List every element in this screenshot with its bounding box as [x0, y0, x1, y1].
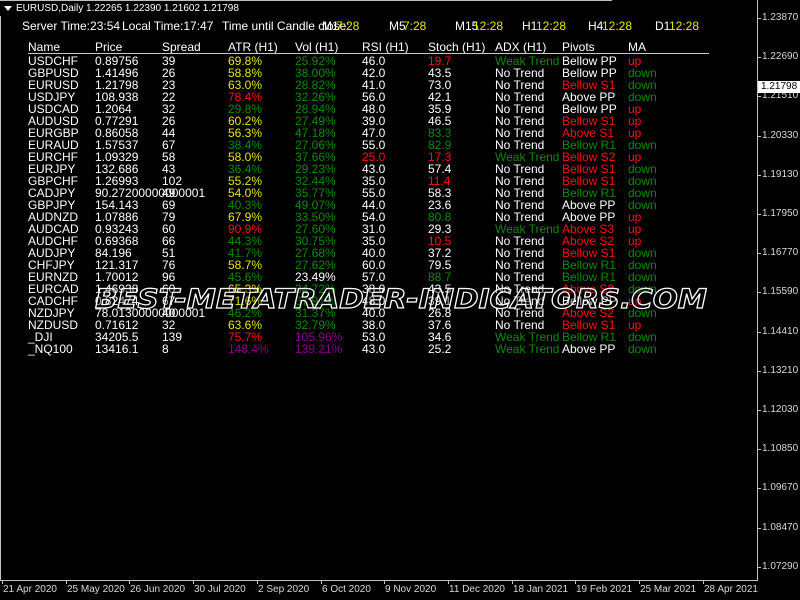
- table-cell: 8: [162, 342, 169, 356]
- local-time: Local Time:17:47: [122, 19, 214, 33]
- price-tick: [757, 175, 761, 176]
- price-tick: [757, 332, 761, 333]
- column-header: Spread: [162, 40, 201, 54]
- date-label: 30 Jul 2020: [194, 584, 246, 595]
- date-label: 2 Sep 2020: [258, 584, 310, 595]
- chart-frame-top: [0, 0, 612, 1]
- date-label: 25 Mar 2021: [640, 584, 697, 595]
- watermark-logo: BEST-METATRADER-INDICATORS.COM: [95, 283, 708, 315]
- column-header: Price: [95, 40, 123, 54]
- column-header: ATR (H1): [228, 40, 278, 54]
- price-tick: [757, 449, 761, 450]
- timeframe-countdown: 12:28: [602, 19, 633, 33]
- timeframe-countdown: 12:28: [669, 19, 700, 33]
- date-label: 11 Dec 2020: [449, 584, 505, 595]
- server-time: Server Time:23:54: [22, 19, 121, 33]
- current-price-label: 1.21798: [758, 81, 800, 93]
- table-cell: _NQ100: [28, 342, 73, 356]
- chart-title[interactable]: EURUSD,Daily 1.22265 1.22390 1.21602 1.2…: [4, 3, 239, 14]
- table-cell: down: [628, 342, 657, 356]
- date-label: 19 Feb 2021: [576, 584, 633, 595]
- price-tick: [757, 214, 761, 215]
- price-tick: [757, 292, 761, 293]
- price-tick: [757, 410, 761, 411]
- price-label: 1.07290: [762, 561, 799, 572]
- date-label: 6 Oct 2020: [322, 584, 371, 595]
- date-label: 25 May 2020: [67, 584, 125, 595]
- table-cell: 148.4%: [228, 342, 269, 356]
- price-label: 1.08470: [762, 522, 799, 533]
- date-label: 26 Jun 2020: [130, 584, 186, 595]
- column-header: Name: [28, 40, 61, 54]
- price-tick: [757, 371, 761, 372]
- column-header: Vol (H1): [295, 40, 339, 54]
- price-label: 1.23870: [762, 12, 799, 23]
- price-label: 1.20330: [762, 130, 799, 141]
- price-tick: [757, 57, 761, 58]
- column-header: ADX (H1): [495, 40, 547, 54]
- chart-frame-left: [0, 16, 1, 581]
- column-header: Stoch (H1): [428, 40, 486, 54]
- price-label: 1.12030: [762, 404, 799, 415]
- table-cell: Weak Trend: [495, 342, 560, 356]
- price-label: 1.17950: [762, 208, 799, 219]
- table-cell: 13416.1: [95, 342, 139, 356]
- time-axis-line: [0, 580, 758, 581]
- date-label: 28 Apr 2021: [704, 584, 758, 595]
- table-cell: 139.21%: [295, 342, 343, 356]
- table-cell: 25.2: [428, 342, 452, 356]
- date-label: 9 Nov 2020: [385, 584, 437, 595]
- price-label: 1.10850: [762, 443, 799, 454]
- table-cell: 43.0: [362, 342, 386, 356]
- date-label: 18 Jan 2021: [513, 584, 569, 595]
- price-label: 1.19130: [762, 169, 799, 180]
- price-label: 1.09670: [762, 482, 799, 493]
- timeframe-countdown: 7:28: [336, 19, 360, 33]
- price-tick: [757, 136, 761, 137]
- price-tick: [757, 96, 761, 97]
- price-tick: [757, 488, 761, 489]
- column-header: RSI (H1): [362, 40, 409, 54]
- price-label: 1.13210: [762, 365, 799, 376]
- column-header: MA: [628, 40, 646, 54]
- column-header: Pivots: [562, 40, 595, 54]
- price-label: 1.22690: [762, 51, 799, 62]
- price-tick: [757, 567, 761, 568]
- watermark-text: BEST-METATRADER-INDICATORS.COM: [95, 284, 707, 315]
- price-tick: [757, 18, 761, 19]
- timeframe-countdown: 7:28: [403, 19, 427, 33]
- timeframe-countdown: 12:28: [536, 19, 567, 33]
- price-label: 1.16770: [762, 247, 799, 258]
- price-label: 1.15590: [762, 286, 799, 297]
- price-label: 1.14410: [762, 326, 799, 337]
- symbol-ohlc: EURUSD,Daily 1.22265 1.22390 1.21602 1.2…: [16, 3, 239, 14]
- price-tick: [757, 253, 761, 254]
- table-cell: Above PP: [562, 342, 616, 356]
- date-label: 21 Apr 2020: [3, 584, 57, 595]
- timeframe-countdown: 12:28: [473, 19, 504, 33]
- price-tick: [757, 528, 761, 529]
- collapse-triangle-icon[interactable]: [4, 5, 12, 11]
